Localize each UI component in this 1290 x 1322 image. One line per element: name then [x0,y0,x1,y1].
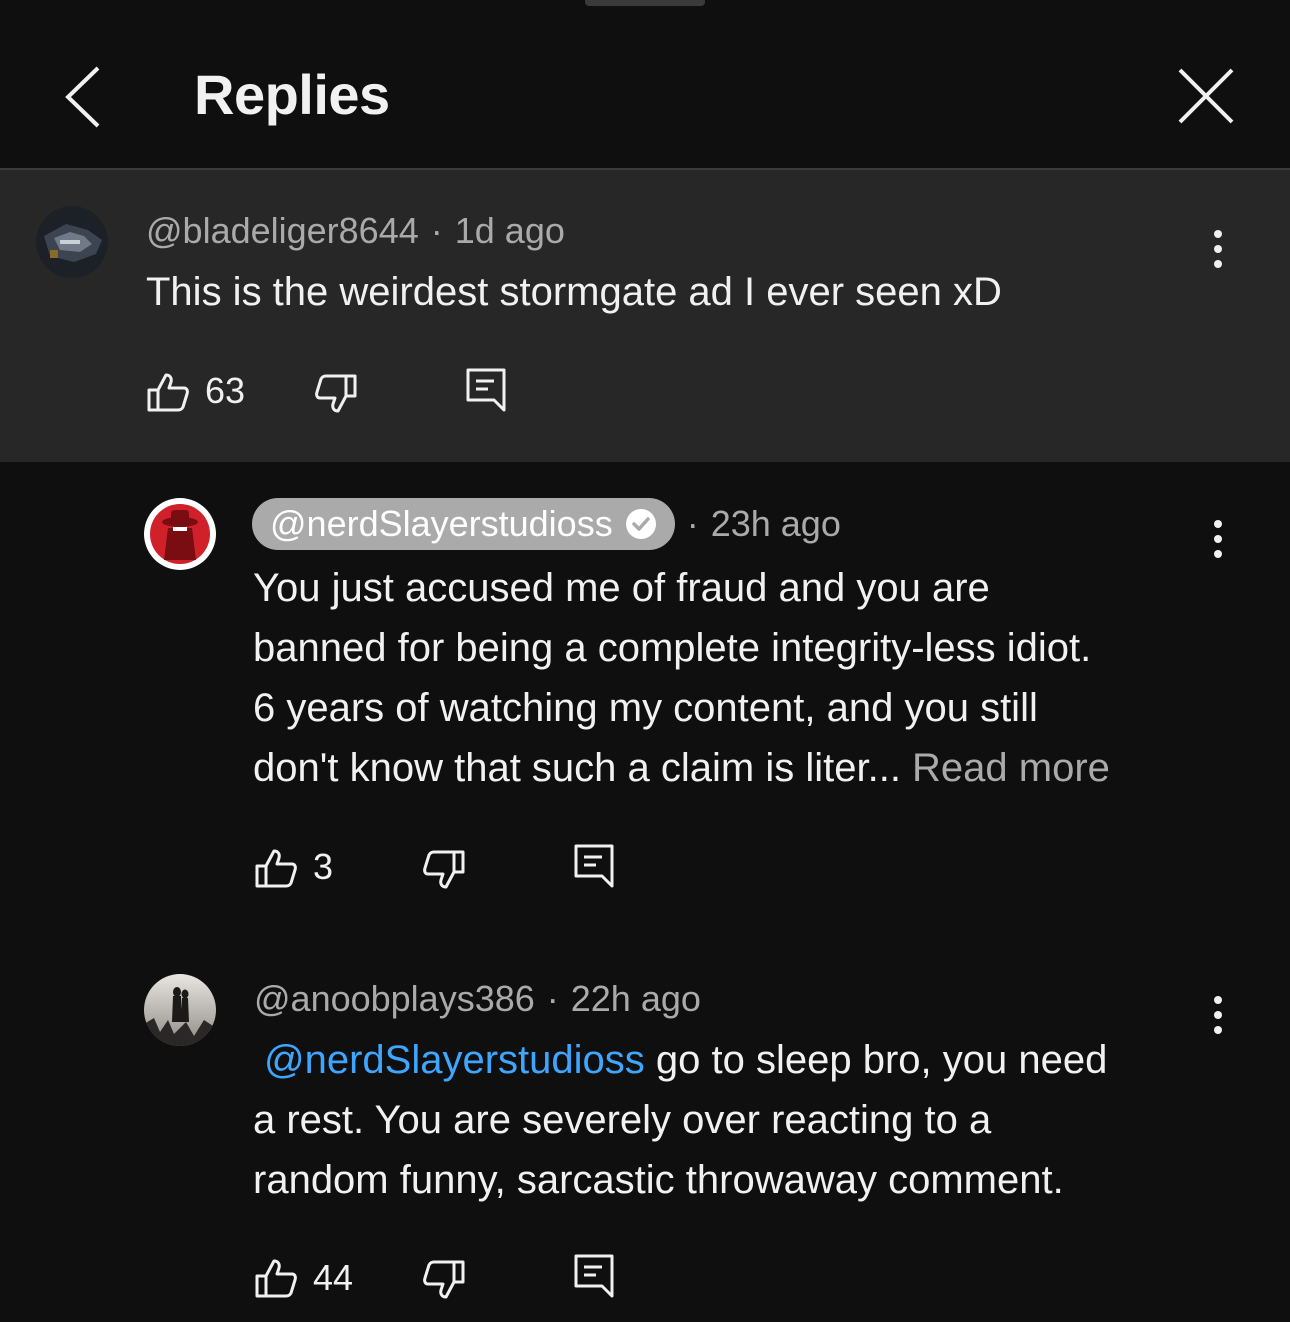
separator-dot: · [686,503,699,544]
verified-check-icon [625,509,656,539]
dislike-button[interactable] [314,372,358,421]
parent-comment: @bladeliger8644 · 1d ago This is the weird… [0,170,1290,462]
creator-author-chip[interactable]: @nerdSlayerstudioss [252,498,675,550]
dislike-button[interactable] [422,1258,466,1307]
thumbs-down-icon [423,850,465,889]
dislike-button[interactable] [422,848,466,897]
reply-button[interactable] [466,368,506,417]
comment-text-line: 6 years of watching my content, and you … [253,686,1038,730]
chevron-left-icon [65,66,100,128]
like-button[interactable] [254,1256,298,1305]
dot-icon [1214,550,1222,558]
comment-icon [574,1254,614,1298]
comment-text: @nerdSlayerstudioss go to sleep bro, you… [253,1030,1213,1210]
dot-icon [1214,230,1222,238]
comment-time[interactable]: 1d ago [455,210,565,251]
replies-header: Replies [0,0,1290,170]
comment-meta: @bladeliger8644 · 1d ago [146,210,565,252]
comment-time[interactable]: 22h ago [571,978,701,1019]
author-name[interactable]: @bladeliger8644 [146,210,419,251]
like-button[interactable] [254,846,298,895]
close-icon [1178,68,1234,124]
reply-button[interactable] [574,1254,614,1303]
like-count: 63 [205,370,246,411]
comment-text-line: a rest. You are severely over reacting t… [253,1098,992,1142]
thumbs-up-icon [255,1259,297,1298]
thumbs-down-icon [315,374,357,413]
close-button[interactable] [1170,62,1240,132]
dot-icon [1214,245,1222,253]
more-options-button[interactable] [1203,226,1233,276]
dot-icon [1214,520,1222,528]
comment-time[interactable]: 23h ago [711,503,841,545]
comment-text-line: You just accused me of fraud and you are [253,566,990,610]
comment-text: You just accused me of fraud and you are… [253,558,1213,798]
comment-text: This is the weirdest stormgate ad I ever… [146,270,1002,314]
like-count: 44 [313,1257,354,1298]
comment-text-line: banned for being a complete integrity-le… [253,626,1092,670]
comment-meta: @nerdSlayerstudioss · 23h ago [252,498,841,550]
like-count: 3 [313,846,334,887]
thumbs-up-icon [255,849,297,888]
separator-dot: · [430,210,443,251]
thumbs-up-icon [147,373,189,412]
dot-icon [1214,260,1222,268]
comment-text-line: go to sleep bro, you need [644,1038,1108,1082]
avatar-image [36,206,108,278]
comment-icon [466,368,506,412]
back-button[interactable] [60,62,110,132]
page-title: Replies [194,63,390,126]
comment-text-line: don't know that such a claim is liter... [253,746,913,790]
author-name: @nerdSlayerstudioss [270,503,613,544]
separator-dot: · [546,978,559,1019]
mention-link[interactable]: @nerdSlayerstudioss [264,1038,645,1082]
like-button[interactable] [146,370,190,419]
read-more-link[interactable]: Read more [912,746,1110,790]
author-name[interactable]: @anoobplays386 [254,978,535,1019]
dot-icon [1214,1026,1222,1034]
comment-text-line: random funny, sarcastic throwaway commen… [253,1158,1064,1202]
dot-icon [1214,1011,1222,1019]
avatar-image [144,974,216,1046]
thumbs-down-icon [423,1260,465,1299]
comment-icon [574,844,614,888]
dot-icon [1214,996,1222,1004]
dot-icon [1214,535,1222,543]
avatar[interactable] [144,498,216,570]
comment-meta: @anoobplays386 · 22h ago [254,978,701,1020]
avatar[interactable] [144,974,216,1046]
reply-button[interactable] [574,844,614,893]
avatar[interactable] [36,206,108,278]
avatar-image [146,500,214,568]
